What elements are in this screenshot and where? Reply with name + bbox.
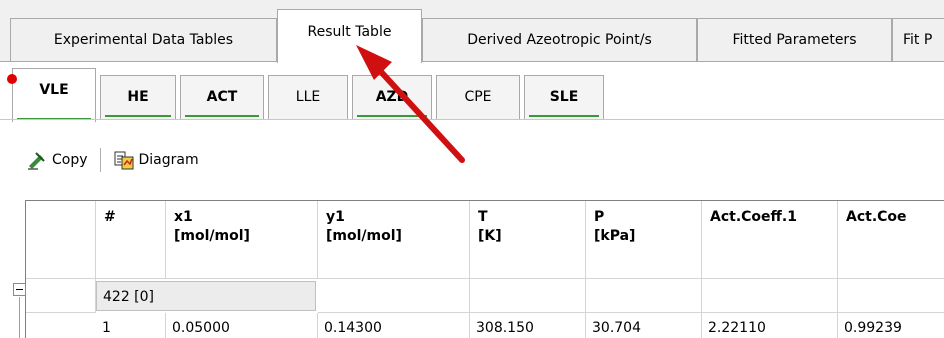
diagram-icon bbox=[114, 151, 134, 170]
header-line1: Act.Coe bbox=[846, 209, 907, 225]
diagram-button[interactable]: Diagram bbox=[107, 144, 205, 176]
main-tab-strip: Experimental Data Tables Result Table De… bbox=[0, 0, 944, 68]
header-line2: [K] bbox=[478, 228, 502, 244]
modified-indicator-dot bbox=[7, 74, 17, 84]
column-header-x1[interactable]: x1 [mol/mol] bbox=[166, 201, 318, 279]
table-cell-p[interactable]: 30.704 bbox=[586, 313, 702, 338]
group-row-gutter bbox=[26, 279, 96, 313]
diagram-label: Diagram bbox=[138, 152, 199, 168]
table-cell-index[interactable]: 1 bbox=[96, 313, 166, 338]
table-cell-t[interactable]: 308.150 bbox=[470, 313, 586, 338]
subtab-cpe[interactable]: CPE bbox=[436, 75, 520, 120]
header-line1: # bbox=[104, 209, 116, 225]
tab-result-table[interactable]: Result Table bbox=[277, 9, 422, 63]
subtab-he[interactable]: HE bbox=[100, 75, 176, 120]
subtab-underline bbox=[529, 115, 599, 117]
result-toolbar: Copy Diagram bbox=[20, 140, 205, 180]
tab-fitted-parameters[interactable]: Fitted Parameters bbox=[697, 18, 892, 61]
subtab-sle[interactable]: SLE bbox=[524, 75, 604, 120]
subtab-vle[interactable]: VLE bbox=[12, 68, 96, 122]
header-line2: [mol/mol] bbox=[174, 228, 250, 244]
collapse-group-toggle[interactable] bbox=[13, 283, 26, 296]
subtab-lle[interactable]: LLE bbox=[268, 75, 348, 120]
tab-derived-azeotropic-points[interactable]: Derived Azeotropic Point/s bbox=[422, 18, 697, 61]
column-header-p[interactable]: P [kPa] bbox=[586, 201, 702, 279]
column-header-act-coeff-1[interactable]: Act.Coeff.1 bbox=[702, 201, 838, 279]
subtab-vle-label: VLE bbox=[39, 82, 69, 98]
column-header-t[interactable]: T [K] bbox=[470, 201, 586, 279]
table-cell-act-coeff-1[interactable]: 2.22110 bbox=[702, 313, 838, 338]
table-cell-x1[interactable]: 0.05000 bbox=[166, 313, 318, 338]
column-header-y1[interactable]: y1 [mol/mol] bbox=[318, 201, 470, 279]
group-row-cell bbox=[838, 279, 944, 313]
subtab-act-label: ACT bbox=[206, 89, 238, 105]
group-row-cell bbox=[702, 279, 838, 313]
header-line1: x1 bbox=[174, 209, 193, 225]
subtab-sle-label: SLE bbox=[549, 89, 579, 105]
result-grid: # x1 [mol/mol] y1 [mol/mol] T [K] P [kPa… bbox=[25, 200, 944, 338]
subtab-he-label: HE bbox=[127, 89, 149, 105]
copy-button[interactable]: Copy bbox=[20, 144, 94, 176]
column-header-index[interactable]: # bbox=[96, 201, 166, 279]
tab-experimental-data-tables[interactable]: Experimental Data Tables bbox=[10, 18, 277, 61]
tab-fit-partial[interactable]: Fit P bbox=[892, 18, 944, 61]
subtab-underline bbox=[357, 115, 427, 117]
header-line1: P bbox=[594, 209, 605, 225]
table-cell-act-coeff-2[interactable]: 0.99239 bbox=[838, 313, 944, 338]
header-line1: T bbox=[478, 209, 488, 225]
header-line2: [mol/mol] bbox=[326, 228, 402, 244]
column-header-act-coeff-2[interactable]: Act.Coe bbox=[838, 201, 944, 279]
subtab-azd-label: AZD bbox=[375, 89, 409, 105]
sub-tab-strip: VLE HE ACT LLE AZD CPE SLE bbox=[0, 62, 944, 122]
subtab-cpe-label: CPE bbox=[464, 89, 492, 105]
copy-label: Copy bbox=[52, 152, 88, 168]
tree-line-vertical bbox=[19, 297, 20, 338]
copy-icon bbox=[28, 152, 45, 170]
subtab-lle-label: LLE bbox=[295, 89, 321, 105]
group-row-label[interactable]: 422 [0] bbox=[96, 281, 316, 311]
table-cell-y1[interactable]: 0.14300 bbox=[318, 313, 470, 338]
group-row-cell bbox=[318, 279, 470, 313]
toolbar-separator bbox=[99, 148, 101, 172]
subtab-underline bbox=[105, 115, 171, 117]
header-line2: [kPa] bbox=[594, 228, 636, 244]
group-row-cell bbox=[586, 279, 702, 313]
subtab-azd[interactable]: AZD bbox=[352, 75, 432, 120]
sub-tab-baseline bbox=[0, 119, 944, 120]
subtab-act[interactable]: ACT bbox=[180, 75, 264, 120]
grid-corner-header bbox=[26, 201, 96, 279]
subtab-underline bbox=[185, 115, 259, 117]
group-row-cell bbox=[470, 279, 586, 313]
header-line1: Act.Coeff.1 bbox=[710, 209, 797, 225]
header-line1: y1 bbox=[326, 209, 345, 225]
